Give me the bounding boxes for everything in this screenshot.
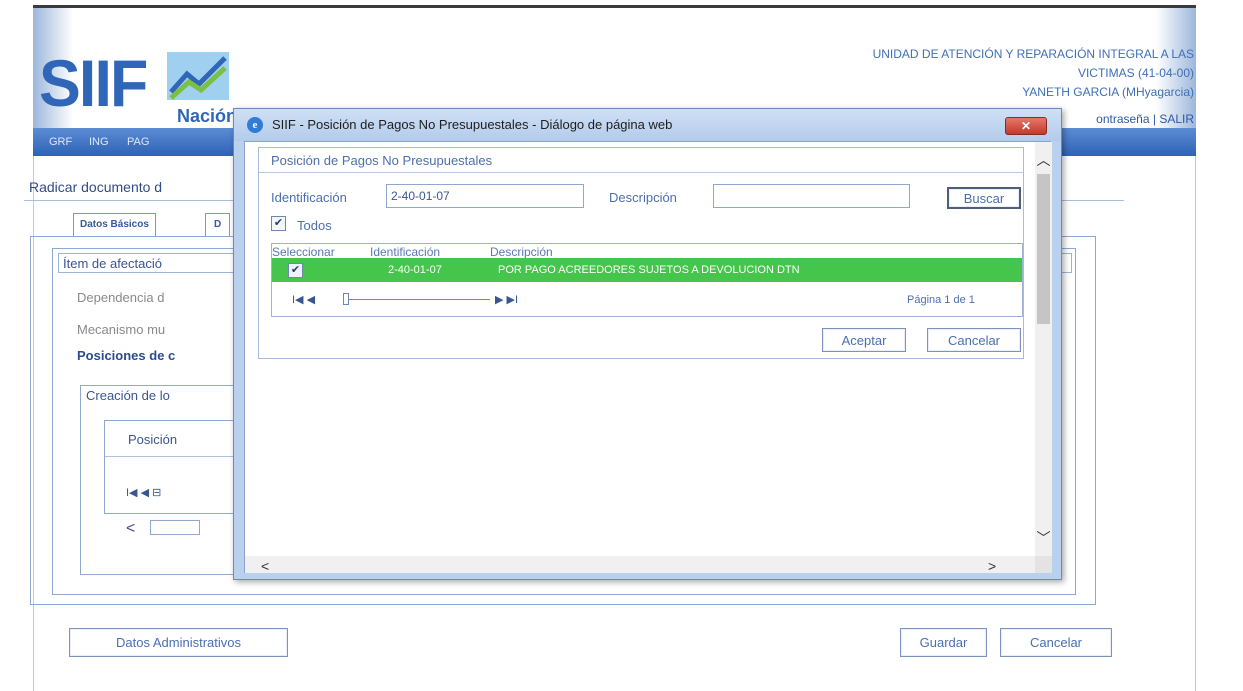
scroll-right-arrow-icon[interactable]: > [988, 558, 996, 574]
dialog-titlebar[interactable]: e SIIF - Posición de Pagos No Presupuest… [234, 109, 1061, 141]
scroll-corner [1035, 556, 1052, 573]
descripcion-input[interactable] [713, 184, 910, 208]
scroll-left-arrow-icon[interactable]: < [261, 558, 269, 574]
row-select-checkbox[interactable]: ✔ [288, 263, 303, 278]
identificacion-label: Identificación [271, 190, 347, 205]
creacion-label: Creación de lo [86, 388, 170, 403]
tab-second[interactable]: D [205, 213, 231, 236]
panel-title: Posición de Pagos No Presupuestales [271, 153, 493, 168]
table-pager[interactable]: I◀ ◀ ⊟ [126, 486, 161, 499]
pager-first-prev-icon[interactable]: I◀ ◀ [292, 293, 315, 306]
header-unit-code: VICTIMAS (41-04-00) [1077, 66, 1194, 80]
menu-item-pag[interactable]: PAG [127, 136, 149, 148]
buscar-button[interactable]: Buscar [947, 187, 1021, 209]
pager-slider-thumb[interactable] [343, 293, 349, 305]
menu-item-ing[interactable]: ING [89, 136, 109, 148]
header-info: UNIDAD DE ATENCIÓN Y REPARACIÓN INTEGRAL… [873, 45, 1194, 102]
aceptar-button[interactable]: Aceptar [822, 328, 906, 352]
dialog-horizontal-scrollbar[interactable] [245, 556, 1035, 573]
posicion-pagos-dialog: e SIIF - Posición de Pagos No Presupuest… [233, 108, 1062, 580]
vertical-scroll-thumb[interactable] [1037, 174, 1050, 324]
scroll-left-icon[interactable]: < [126, 520, 135, 538]
todos-label: Todos [297, 218, 332, 233]
menu-item-grf[interactable]: GRF [49, 136, 72, 148]
browser-icon: e [247, 117, 263, 133]
tab-datos-basicos[interactable]: Datos Básicos [73, 213, 156, 236]
pager-next-last-icon[interactable]: ▶ ▶I [495, 293, 518, 306]
close-icon[interactable]: ✕ [1005, 117, 1047, 135]
identificacion-input[interactable] [386, 184, 584, 208]
todos-checkbox[interactable]: ✔ [271, 216, 286, 231]
posicion-column-header: Posición [128, 432, 178, 447]
posiciones-label: Posiciones de c [77, 348, 176, 363]
logo-text: SIIF [39, 46, 148, 120]
datos-administrativos-button[interactable]: Datos Administrativos [69, 628, 288, 657]
header-user: YANETH GARCIA (MHyagarcia) [1022, 85, 1194, 99]
scroll-down-icon[interactable]: ﹀ [1035, 528, 1052, 548]
logo-chart-icon [167, 52, 229, 100]
grid-header-identificacion: Identificación [370, 245, 441, 259]
field-dependencia-label: Dependencia d [77, 290, 165, 305]
guardar-button[interactable]: Guardar [900, 628, 987, 657]
row-descripcion: POR PAGO ACREEDORES SUJETOS A DEVOLUCION… [498, 264, 800, 276]
header-links[interactable]: ontraseña | SALIR [1096, 112, 1194, 126]
horizontal-scrollbar[interactable] [150, 520, 200, 535]
row-identificacion: 2-40-01-07 [388, 264, 442, 276]
grid-header-seleccionar: Seleccionar [272, 245, 335, 259]
dialog-cancelar-button[interactable]: Cancelar [927, 328, 1021, 352]
pager-slider-track[interactable] [344, 299, 490, 300]
logo-subtext: Nación [177, 106, 238, 126]
cancelar-button[interactable]: Cancelar [1000, 628, 1112, 657]
siif-logo: SIIF Nación [39, 46, 238, 126]
dialog-title: SIIF - Posición de Pagos No Presupuestal… [272, 117, 673, 132]
page-title: Radicar documento d [29, 179, 163, 195]
grid-header-descripcion: Descripción [490, 245, 553, 259]
page-info: Página 1 de 1 [907, 294, 975, 306]
descripcion-label: Descripción [609, 190, 677, 205]
panel-title-divider [259, 172, 1023, 173]
dialog-body: Posición de Pagos No Presupuestales Iden… [244, 141, 1052, 574]
header-unit: UNIDAD DE ATENCIÓN Y REPARACIÓN INTEGRAL… [872, 47, 1194, 61]
scroll-up-icon[interactable]: ︿ [1035, 150, 1052, 170]
field-mecanismo-label: Mecanismo mu [77, 322, 166, 337]
